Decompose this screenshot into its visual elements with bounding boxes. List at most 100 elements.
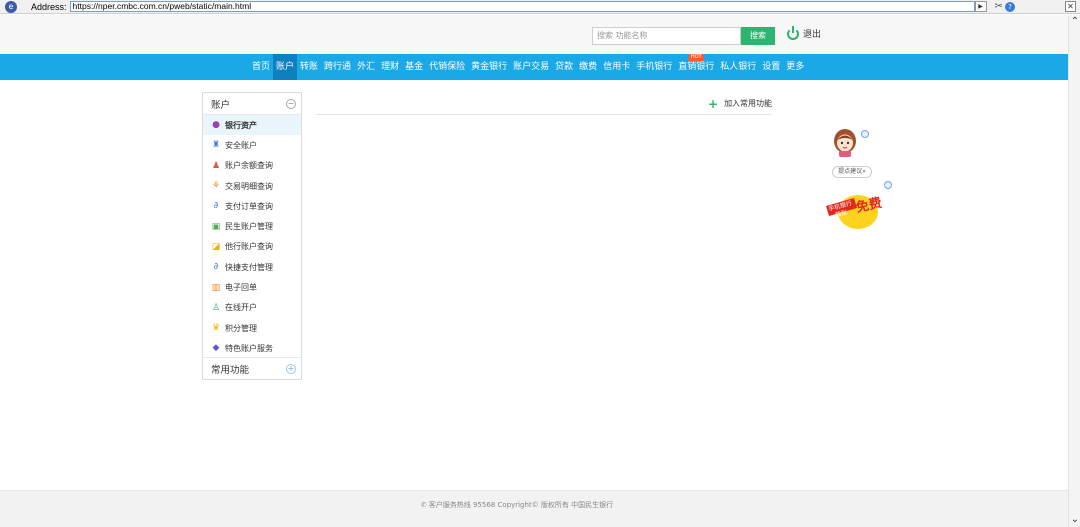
- nav-item-label: 贷款: [555, 62, 574, 72]
- sidebar-item[interactable]: ♙ 在线开户: [203, 298, 301, 318]
- other-bank-icon: ◪: [211, 241, 221, 252]
- account-manage-icon: ▣: [211, 221, 221, 232]
- sidebar-favorites-header[interactable]: 常用功能 +: [203, 357, 301, 379]
- expand-icon[interactable]: +: [286, 363, 296, 374]
- sidebar-item-label: 交易明细查询: [225, 181, 273, 191]
- nav-list: 首页 账户 转账 跨行通 外汇 理财 基金 代销保险 黄金银行 账户交易 贷款 缴费 信用卡 手机银行 直销…: [249, 54, 807, 80]
- nav-item[interactable]: 转账: [297, 54, 321, 80]
- nav-item[interactable]: 私人银行: [717, 54, 759, 80]
- collapse-icon[interactable]: −: [286, 98, 296, 109]
- main-nav: 首页 账户 转账 跨行通 外汇 理财 基金 代销保险 黄金银行 账户交易 贷款 缴费 信用卡 手机银行 直销…: [0, 54, 1068, 80]
- address-input[interactable]: https://nper.cmbc.com.cn/pweb/static/mai…: [69, 1, 975, 12]
- plus-icon: +: [708, 96, 719, 111]
- sidebar-item[interactable]: ♛ 积分管理: [203, 318, 301, 338]
- promo-banner[interactable]: 手机银行 转账 免费: [824, 186, 890, 230]
- suggest-button[interactable]: 提点建议»: [832, 166, 872, 178]
- add-favorite-button[interactable]: + 加入常用功能: [708, 96, 773, 111]
- nav-item[interactable]: 信用卡: [600, 54, 633, 80]
- payment-order-icon: ∂: [213, 201, 219, 212]
- nav-item[interactable]: 手机银行: [633, 54, 675, 80]
- nav-item-label: 基金: [405, 62, 424, 72]
- nav-item-label: 首页: [252, 62, 271, 72]
- sidebar-item-label: 在线开户: [225, 303, 257, 313]
- sidebar-item-label: 账户余额查询: [225, 161, 273, 171]
- sidebar-item-label: 支付订单查询: [225, 201, 273, 211]
- nav-item[interactable]: 缴费: [576, 54, 600, 80]
- sidebar-item[interactable]: ∂ 快捷支付管理: [203, 257, 301, 277]
- nav-item-label: 更多: [786, 62, 805, 72]
- sidebar-item-label: 民生账户管理: [225, 222, 273, 232]
- special-service-icon: ◆: [212, 343, 220, 354]
- nav-item[interactable]: 设置: [759, 54, 783, 80]
- browser-address-bar: e Address: https://nper.cmbc.com.cn/pweb…: [0, 0, 1080, 14]
- nav-item-label: 缴费: [579, 62, 598, 72]
- sidebar: 账户 − ● 银行资产 ♜ 安全账户 ♟ 账户余额查询 ⚘ 交易明细查询 ∂ 支付订单查询 ▣ 民生账…: [202, 92, 302, 380]
- tools-icon[interactable]: ✂: [995, 1, 1003, 12]
- quick-pay-icon: ∂: [213, 262, 219, 273]
- nav-item[interactable]: 外汇: [354, 54, 378, 80]
- nav-item[interactable]: 更多: [783, 54, 807, 80]
- nav-item-label: 账户: [276, 62, 295, 72]
- help-icon[interactable]: ?: [1004, 1, 1015, 12]
- safe-account-icon: ♜: [211, 140, 221, 151]
- sidebar-item[interactable]: ● 银行资产: [203, 115, 301, 136]
- close-icon[interactable]: ✕: [1065, 1, 1076, 12]
- sidebar-header[interactable]: 账户 −: [203, 93, 301, 115]
- nav-item[interactable]: 账户: [273, 54, 298, 80]
- avatar-close-icon[interactable]: [861, 130, 869, 138]
- asset-icon: ●: [212, 120, 220, 131]
- logout-button[interactable]: 退出: [787, 25, 821, 40]
- sidebar-item[interactable]: ▥ 电子回单: [203, 277, 301, 297]
- top-header: 搜索 功能名称 搜索 退出: [0, 15, 1068, 54]
- search-input[interactable]: 搜索 功能名称: [592, 27, 741, 45]
- nav-item-label: 黄金银行: [471, 62, 508, 72]
- sidebar-item[interactable]: ⚘ 交易明细查询: [203, 176, 301, 196]
- sidebar-title: 账户: [211, 99, 231, 111]
- sidebar-item[interactable]: ▣ 民生账户管理: [203, 216, 301, 236]
- sidebar-item[interactable]: ◆ 特色账户服务: [203, 338, 301, 358]
- sidebar-item[interactable]: ♟ 账户余额查询: [203, 156, 301, 176]
- nav-item[interactable]: 贷款: [552, 54, 576, 80]
- add-favorite-label: 加入常用功能: [724, 99, 773, 108]
- scroll-up-icon[interactable]: ⌃: [1069, 15, 1080, 29]
- nav-item[interactable]: 黄金银行: [468, 54, 510, 80]
- nav-item[interactable]: 账户交易: [510, 54, 552, 80]
- nav-item-label: 代销保险: [429, 62, 466, 72]
- assistant-avatar[interactable]: [832, 128, 858, 158]
- hot-badge: HOT: [688, 54, 704, 61]
- go-arrow-icon[interactable]: ▶: [974, 1, 987, 12]
- nav-item-label: 理财: [381, 62, 400, 72]
- nav-item[interactable]: 代销保险: [426, 54, 468, 80]
- sidebar-item[interactable]: ♜ 安全账户: [203, 135, 301, 155]
- phone-icon: ✆: [420, 501, 427, 509]
- nav-item-label: 信用卡: [603, 62, 631, 72]
- nav-item[interactable]: 跨行通: [321, 54, 354, 80]
- nav-item-label: 手机银行: [636, 62, 673, 72]
- sidebar-item-label: 电子回单: [225, 283, 257, 293]
- address-label: Address:: [31, 1, 67, 12]
- sidebar-item-label: 银行资产: [225, 120, 257, 130]
- sidebar-item[interactable]: ◪ 他行账户查询: [203, 237, 301, 257]
- sidebar-item[interactable]: ∂ 支付订单查询: [203, 196, 301, 216]
- nav-item-label: 外汇: [357, 62, 376, 72]
- scroll-down-icon[interactable]: ⌄: [1069, 513, 1080, 527]
- nav-item[interactable]: 首页: [249, 54, 273, 80]
- nav-item[interactable]: 理财: [378, 54, 402, 80]
- nav-item[interactable]: 直销银行 HOT: [675, 54, 717, 80]
- nav-item-label: 私人银行: [720, 62, 757, 72]
- nav-item[interactable]: 基金: [402, 54, 426, 80]
- sidebar-item-label: 他行账户查询: [225, 242, 273, 252]
- vertical-scrollbar[interactable]: ⌃ ⌄: [1068, 15, 1080, 527]
- footer-text: ✆ 客户服务热线 95568 Copyright© 版权所有 中国民生银行: [0, 500, 1034, 510]
- sidebar-item-label: 积分管理: [225, 323, 257, 333]
- online-account-icon: ♙: [211, 302, 221, 313]
- browser-logo-icon: e: [5, 0, 17, 13]
- sidebar-item-label: 安全账户: [225, 140, 257, 150]
- transaction-detail-icon: ⚘: [211, 181, 221, 192]
- nav-item-label: 跨行通: [324, 62, 352, 72]
- sidebar-items: ● 银行资产 ♜ 安全账户 ♟ 账户余额查询 ⚘ 交易明细查询 ∂ 支付订单查询 ▣ 民生账户管理 ◪ 他…: [203, 115, 301, 359]
- search-button[interactable]: 搜索: [741, 27, 775, 45]
- nav-item-label: 账户交易: [513, 62, 550, 72]
- footer-copyright: 客户服务热线 95568 Copyright© 版权所有 中国民生银行: [428, 501, 614, 509]
- main-divider: [316, 114, 771, 115]
